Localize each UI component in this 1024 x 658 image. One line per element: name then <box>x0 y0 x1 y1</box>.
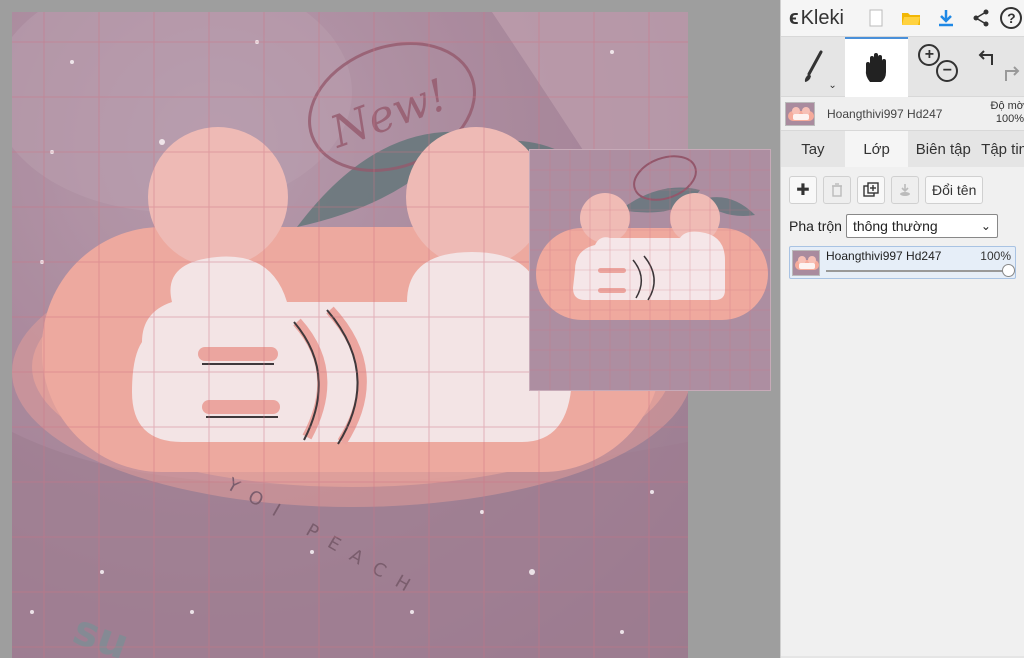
side-panel: ϵ Kleki ? ⌄ + − Hoangthivi997 Hd247 Độ m… <box>780 0 1024 658</box>
tab-bien-tap[interactable]: Biên tập <box>908 131 978 167</box>
zoom-controls: + − <box>908 37 970 97</box>
blend-mode-value: thông thường <box>852 218 938 234</box>
rename-layer-button[interactable]: Đổi tên <box>925 176 984 204</box>
preview-drawing <box>530 150 770 390</box>
new-file-icon[interactable] <box>859 0 894 37</box>
download-icon[interactable] <box>929 0 964 37</box>
logo-text: Kleki <box>800 6 844 29</box>
tab-tay[interactable]: Tay <box>781 131 845 167</box>
layer-item-name: Hoangthivi997 Hd247 <box>826 249 942 263</box>
canvas-area[interactable]: New! YOI PEACH su <box>0 0 780 658</box>
opacity-readout: Độ mờ 100% <box>984 100 1024 126</box>
panel-tabs: Tay Lớp Biên tập Tập tin <box>781 131 1024 167</box>
zoom-in-icon[interactable]: + <box>918 44 941 66</box>
opacity-value: 100% <box>995 113 1024 125</box>
delete-layer-icon[interactable] <box>823 176 851 204</box>
kleki-app: New! YOI PEACH su ϵ Kleki ? ⌄ + − Hoangt… <box>0 0 1024 658</box>
help-icon[interactable]: ? <box>999 0 1024 37</box>
brush-icon <box>804 50 823 82</box>
layer-thumbnail <box>785 101 815 126</box>
kleki-logo[interactable]: ϵ Kleki <box>781 7 859 30</box>
blend-mode-row: Pha trộn thông thường ⌄ <box>789 214 1016 238</box>
chevron-down-icon[interactable]: ⌄ <box>828 80 836 91</box>
layers-panel: ✚ Đổi tên Pha trộn thông thường ⌄ Hoangt… <box>781 167 1024 656</box>
undo-icon[interactable] <box>978 49 998 69</box>
kleki-logo-icon: ϵ <box>789 6 799 29</box>
brush-tool[interactable]: ⌄ <box>781 37 845 97</box>
current-layer-info: Hoangthivi997 Hd247 Độ mờ 100% <box>781 97 1024 131</box>
tab-lop[interactable]: Lớp <box>844 131 909 167</box>
layer-item-opacity: 100% <box>980 249 1011 263</box>
current-layer-name: Hoangthivi997 Hd247 <box>827 106 943 121</box>
duplicate-layer-icon[interactable] <box>857 176 885 204</box>
navigator-preview[interactable] <box>529 149 771 391</box>
layer-buttons: ✚ Đổi tên <box>789 175 1016 205</box>
tool-row: ⌄ + − <box>781 37 1024 97</box>
zoom-out-icon[interactable]: − <box>936 60 959 82</box>
open-folder-icon[interactable] <box>894 0 929 37</box>
layer-item-thumbnail <box>792 250 820 276</box>
top-bar: ϵ Kleki ? <box>781 0 1024 37</box>
blend-label: Pha trộn <box>789 218 842 234</box>
layer-list-item[interactable]: Hoangthivi997 Hd247 100% <box>789 246 1016 279</box>
chevron-down-icon: ⌄ <box>980 219 991 233</box>
opacity-label: Độ mờ <box>990 100 1024 112</box>
hand-tool[interactable] <box>844 37 909 97</box>
redo-icon[interactable] <box>1000 65 1020 85</box>
layer-opacity-slider[interactable] <box>826 264 1015 277</box>
slider-knob[interactable] <box>1002 264 1015 277</box>
merge-down-icon[interactable] <box>891 176 919 204</box>
tab-tap-tin[interactable]: Tập tin <box>978 131 1024 167</box>
undo-redo-controls <box>970 37 1024 97</box>
blend-mode-select[interactable]: thông thường ⌄ <box>845 214 998 238</box>
add-layer-icon[interactable]: ✚ <box>789 176 817 204</box>
share-icon[interactable] <box>964 0 999 37</box>
hand-icon <box>865 53 886 82</box>
